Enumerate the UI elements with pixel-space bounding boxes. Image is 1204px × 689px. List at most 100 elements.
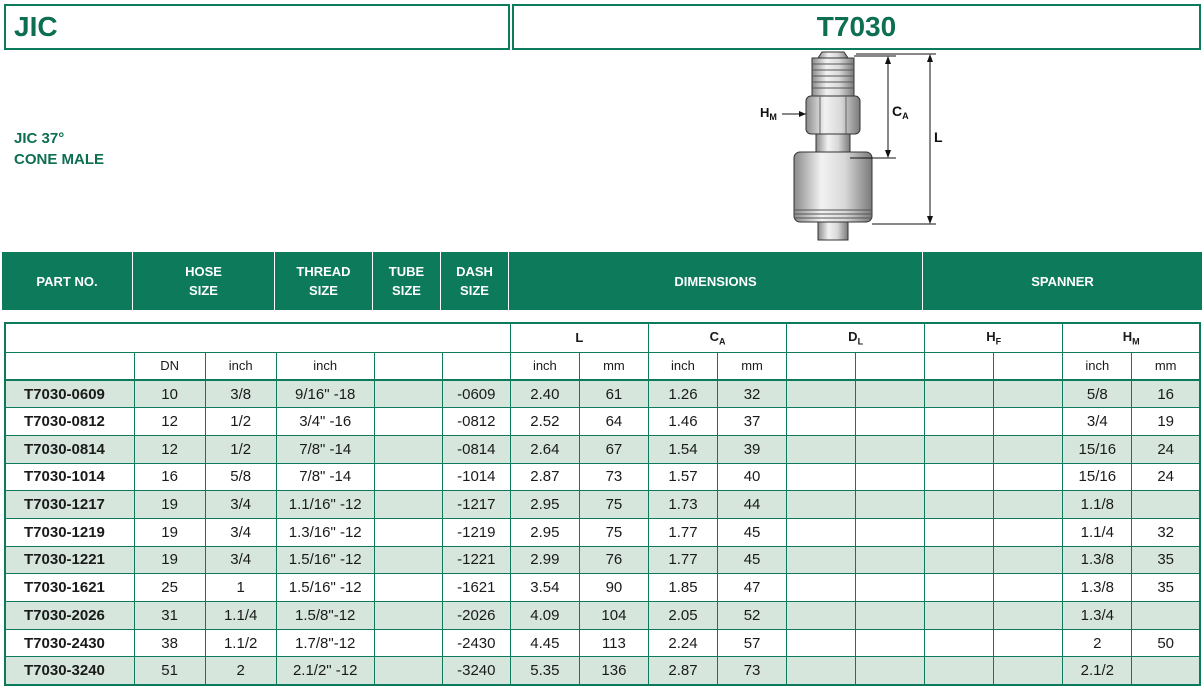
product-code-text: T7030: [816, 11, 897, 42]
cell-hf-inch: [924, 379, 995, 409]
table-row: T7030-1217 19 3/4 1.1/16" -12 -1217 2.95 75 1.7…: [4, 490, 1201, 519]
hm-group-header: HM: [1062, 322, 1201, 353]
cell-tube: [373, 462, 443, 492]
cell-ca-mm: 45: [716, 517, 788, 547]
cell-hf-mm: [993, 545, 1064, 575]
cell-tube: [373, 656, 443, 686]
ca-arrow-down-icon: [885, 150, 891, 158]
cell-hm-mm: 50: [1131, 628, 1201, 658]
cell-hf-inch: [924, 656, 995, 686]
cell-dl-inch: [786, 490, 857, 519]
cell-dash: -2430: [441, 628, 511, 658]
l-arrow-down-icon: [927, 216, 933, 224]
l-label: L: [934, 129, 943, 145]
cell-tube: [373, 407, 443, 436]
cell-ca-mm: 73: [716, 656, 788, 686]
cell-hf-mm: [993, 517, 1064, 547]
cell-l-inch: 2.95: [509, 490, 580, 519]
cell-dl-mm: [855, 490, 926, 519]
cell-l-inch: 2.99: [509, 545, 580, 575]
cell-dl-inch: [786, 379, 857, 409]
cell-thread: 1.5/16" -12: [275, 545, 375, 575]
cell-dash: -1217: [441, 490, 511, 519]
cell-tube: [373, 379, 443, 409]
table-row: T7030-2026 31 1.1/4 1.5/8"-12 -2026 4.09 104 2.…: [4, 601, 1201, 630]
col-dash-size: DASH SIZE: [441, 252, 509, 310]
cell-part: T7030-1217: [4, 490, 135, 519]
col-part-no-label: PART NO.: [36, 273, 98, 289]
cell-l-mm: 67: [578, 434, 649, 464]
cell-dn: 51: [133, 656, 206, 686]
cell-hose-inch: 1.1/2: [204, 628, 277, 658]
cell-tube: [373, 490, 443, 519]
dl-header-sub: L: [857, 336, 864, 347]
dimensions-table: L CA DL HF HM DN inch inch inch mm inch …: [4, 322, 1201, 686]
cell-part: T7030-2026: [4, 601, 135, 630]
cell-ca-mm: 40: [716, 462, 788, 492]
table-row: T7030-1219 19 3/4 1.3/16" -12 -1219 2.95 75 1.7…: [4, 517, 1201, 547]
cell-ca-mm: 32: [716, 379, 788, 409]
cell-thread: 7/8" -14: [275, 434, 375, 464]
cell-thread: 1.3/16" -12: [275, 517, 375, 547]
cell-hose-inch: 5/8: [204, 462, 277, 492]
cell-hf-inch: [924, 545, 995, 575]
col-dimensions: DIMENSIONS: [509, 252, 923, 310]
unit-cell-l-mm: mm: [578, 351, 649, 381]
cell-hm-inch: 3/4: [1062, 407, 1133, 436]
cell-l-mm: 136: [578, 656, 649, 686]
cell-dl-mm: [855, 517, 926, 547]
l-group-header: L: [509, 322, 649, 353]
unit-cell-ca-mm: mm: [716, 351, 788, 381]
cell-part: T7030-0609: [4, 379, 135, 409]
col-part-no: PART NO.: [2, 252, 133, 310]
cell-hose-inch: 3/4: [204, 517, 277, 547]
cell-ca-mm: 39: [716, 434, 788, 464]
cell-tube: [373, 545, 443, 575]
cell-dash: -0812: [441, 407, 511, 436]
cell-dl-inch: [786, 656, 857, 686]
cell-dl-mm: [855, 407, 926, 436]
cell-l-inch: 4.45: [509, 628, 580, 658]
cell-l-mm: 90: [578, 573, 649, 602]
cell-l-inch: 2.64: [509, 434, 580, 464]
cell-dash: -1621: [441, 573, 511, 602]
cell-thread: 1.1/16" -12: [275, 490, 375, 519]
cell-hose-inch: 1/2: [204, 434, 277, 464]
cell-ca-mm: 52: [716, 601, 788, 630]
col-spanner: SPANNER: [923, 252, 1202, 310]
hm-header-sub: M: [1132, 336, 1140, 347]
cell-hm-inch: 15/16: [1062, 434, 1133, 464]
cell-l-inch: 2.95: [509, 517, 580, 547]
cell-dash: -0814: [441, 434, 511, 464]
cell-ca-inch: 1.46: [647, 407, 719, 436]
cell-l-mm: 104: [578, 601, 649, 630]
cell-dn: 19: [133, 490, 206, 519]
hf-header-letter: H: [986, 328, 996, 344]
cell-part: T7030-1221: [4, 545, 135, 575]
cell-hose-inch: 3/4: [204, 490, 277, 519]
cell-hose-inch: 1: [204, 573, 277, 602]
cell-hm-inch: 1.1/8: [1062, 490, 1133, 519]
cell-thread: 1.7/8"-12: [275, 628, 375, 658]
cell-ca-inch: 2.05: [647, 601, 719, 630]
cell-ca-inch: 1.57: [647, 462, 719, 492]
cell-l-inch: 4.09: [509, 601, 580, 630]
cell-dl-inch: [786, 434, 857, 464]
hm-header-letter: H: [1122, 328, 1133, 344]
cell-hm-inch: 1.1/4: [1062, 517, 1133, 547]
cell-hf-inch: [924, 573, 995, 602]
cell-l-inch: 3.54: [509, 573, 580, 602]
cell-hm-mm: 24: [1131, 434, 1201, 464]
col-thread-size: THREAD SIZE: [275, 252, 373, 310]
cell-l-mm: 73: [578, 462, 649, 492]
cell-tube: [373, 573, 443, 602]
cell-dn: 19: [133, 545, 206, 575]
category-title-text: JIC: [14, 11, 58, 42]
col-spanner-label: SPANNER: [1031, 273, 1094, 289]
cell-dash: -1221: [441, 545, 511, 575]
cell-part: T7030-1621: [4, 573, 135, 602]
cell-ca-inch: 1.26: [647, 379, 719, 409]
cell-dl-mm: [855, 545, 926, 575]
cell-dn: 19: [133, 517, 206, 547]
cell-dn: 12: [133, 434, 206, 464]
